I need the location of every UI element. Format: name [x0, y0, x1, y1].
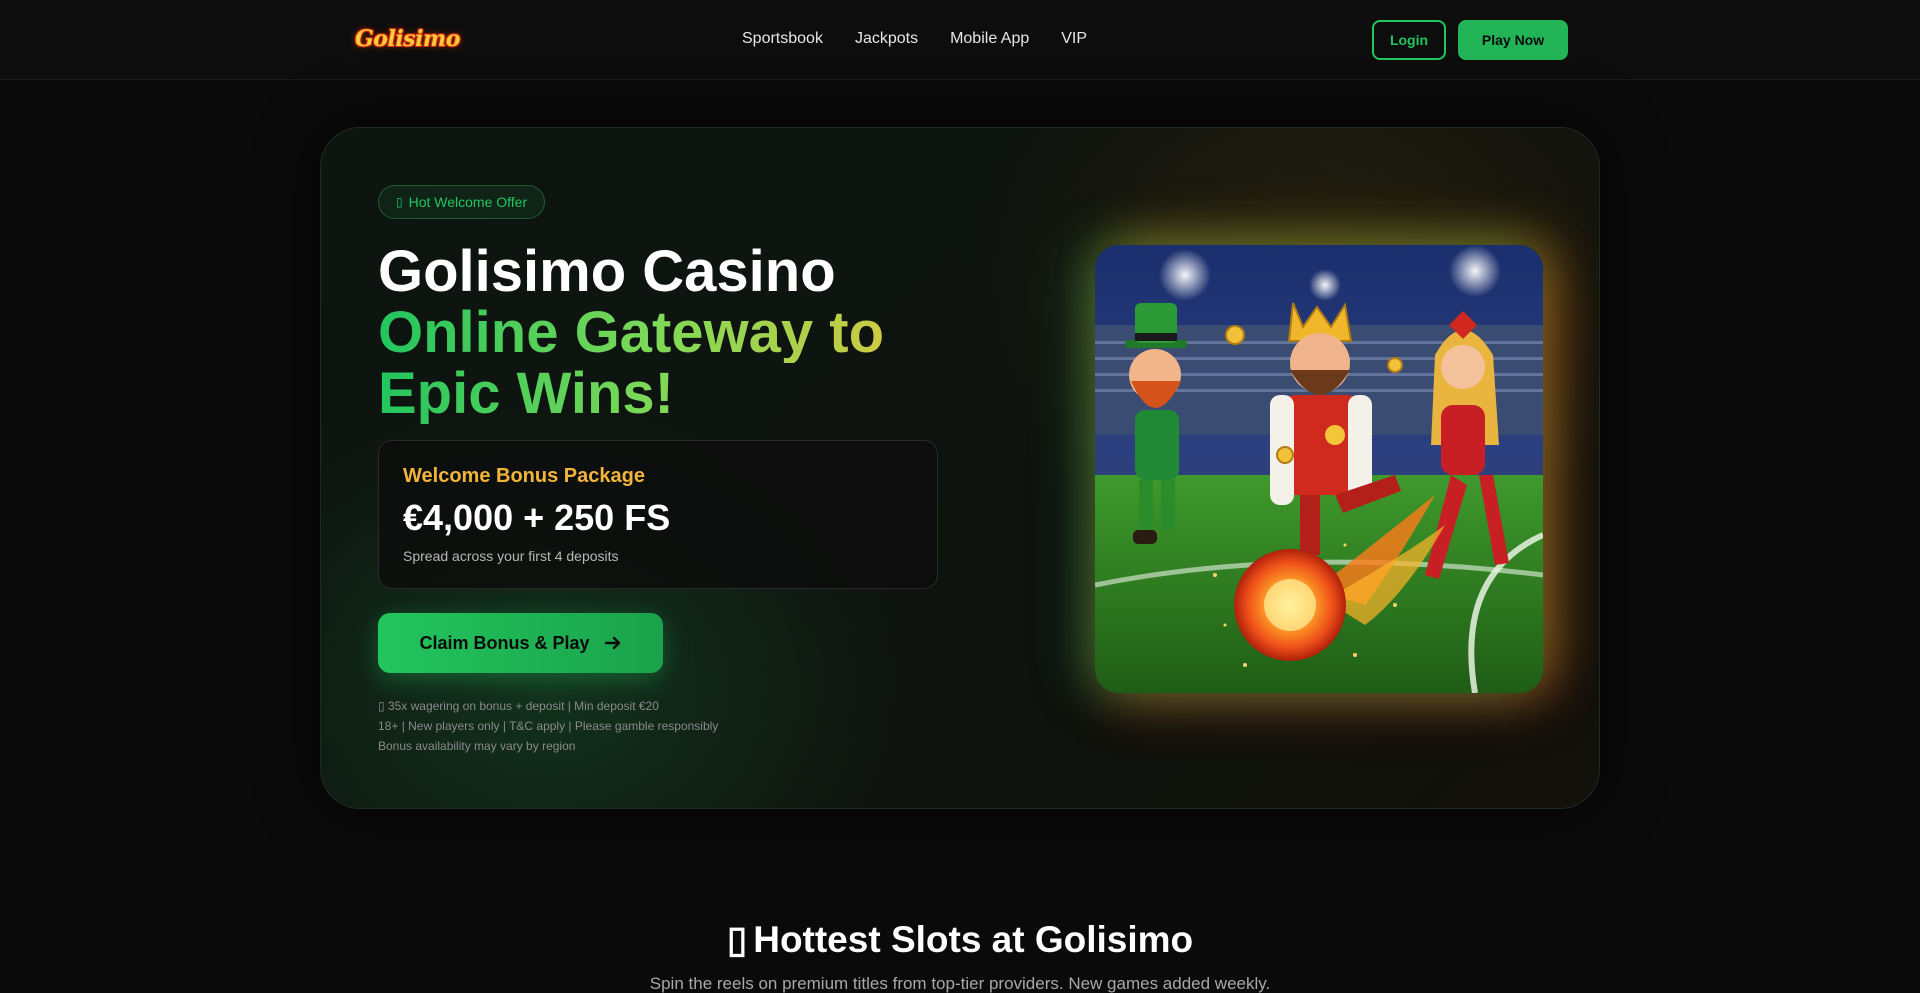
- nav-link-sportsbook[interactable]: Sportsbook: [742, 28, 823, 50]
- nav-link-jackpots[interactable]: Jackpots: [855, 28, 918, 50]
- hero-title-line3: Epic Wins!: [378, 363, 998, 424]
- hero-image: [1095, 245, 1543, 693]
- terms-text: ▯ 35x wagering on bonus + deposit | Min …: [378, 696, 718, 756]
- navbar: Golisimo Sportsbook Jackpots Mobile App …: [0, 0, 1920, 80]
- bonus-amount: €4,000 + 250 FS: [403, 497, 671, 538]
- bonus-label: Welcome Bonus Package: [403, 465, 645, 487]
- bonus-subtext: Spread across your first 4 deposits: [403, 548, 619, 564]
- bonus-package-box: Welcome Bonus Package €4,000 + 250 FS Sp…: [378, 440, 938, 589]
- fire-icon: ▯: [396, 195, 403, 209]
- hot-offer-badge: ▯ Hot Welcome Offer: [378, 185, 546, 219]
- nav-link-vip[interactable]: VIP: [1061, 28, 1087, 50]
- terms-line-3: Bonus availability may vary by region: [378, 739, 576, 753]
- hero-title-line2: Online Gateway to: [378, 302, 998, 363]
- hero-card: ▯ Hot Welcome Offer Golisimo Casino Onli…: [320, 127, 1600, 809]
- hottest-slots-title: ▯ Hottest Slots at Golisimo: [726, 919, 1194, 960]
- logo[interactable]: Golisimo: [355, 22, 460, 56]
- login-button[interactable]: Login: [1372, 20, 1446, 60]
- hero-title: Golisimo Casino Online Gateway to Epic W…: [378, 241, 998, 424]
- hottest-slots-subtitle: Spin the reels on premium titles from to…: [649, 974, 1271, 993]
- nav-link-mobile-app[interactable]: Mobile App: [950, 28, 1029, 50]
- play-now-button[interactable]: Play Now: [1458, 20, 1568, 60]
- hero-title-line1: Golisimo Casino: [378, 239, 836, 304]
- fire-icon: ▯: [726, 919, 748, 960]
- claim-bonus-label: Claim Bonus & Play: [419, 632, 590, 653]
- nav-links: Sportsbook Jackpots Mobile App VIP: [742, 28, 1087, 50]
- badge-label: Hot Welcome Offer: [408, 194, 528, 210]
- arrow-right-icon: [604, 634, 622, 652]
- terms-line-1: ▯ 35x wagering on bonus + deposit | Min …: [378, 699, 659, 713]
- terms-line-2: 18+ | New players only | T&C apply | Ple…: [378, 719, 719, 733]
- stadium-illustration: [1095, 245, 1543, 693]
- claim-bonus-button[interactable]: Claim Bonus & Play: [378, 613, 663, 673]
- logo-text: Golisimo: [355, 26, 460, 52]
